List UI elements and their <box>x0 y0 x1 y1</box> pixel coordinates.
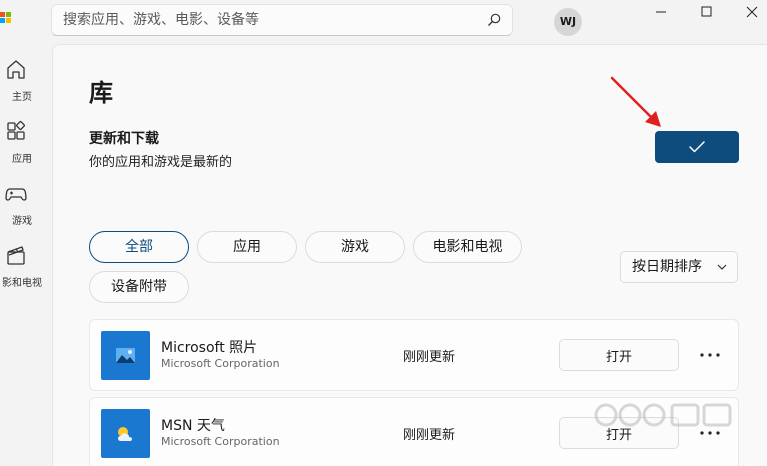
photos-icon <box>101 331 150 380</box>
more-options-icon[interactable] <box>694 341 726 369</box>
minimize-button[interactable] <box>638 0 684 24</box>
tab-apps[interactable]: 应用 <box>197 231 297 263</box>
nav-label-apps: 应用 <box>12 154 32 165</box>
nav-label-games: 游戏 <box>12 216 32 227</box>
red-arrow-annotation <box>610 76 661 127</box>
baidu-watermark-icon <box>594 403 732 427</box>
tab-device-bundled[interactable]: 设备附带 <box>89 271 189 303</box>
nav-label-home: 主页 <box>12 92 32 103</box>
nav-item-apps[interactable]: 应用 <box>0 118 44 174</box>
gamepad-icon <box>5 188 27 201</box>
sort-dropdown[interactable]: 按日期排序 <box>620 251 738 283</box>
app-update-status: 刚刚更新 <box>403 350 456 365</box>
page-title: 库 <box>89 79 113 107</box>
nav-item-movies-tv[interactable]: 影和电视 <box>0 242 44 298</box>
chevron-down-icon <box>717 264 727 270</box>
search-input[interactable] <box>52 5 472 35</box>
minimize-icon <box>656 11 666 13</box>
home-icon <box>7 60 25 79</box>
film-icon <box>7 246 25 265</box>
app-publisher: Microsoft Corporation <box>161 435 280 448</box>
sort-label: 按日期排序 <box>632 259 702 275</box>
store-logo-icon <box>0 12 12 26</box>
app-publisher: Microsoft Corporation <box>161 357 280 370</box>
nav-rail: 主页 应用 游戏 影和电视 <box>0 44 44 466</box>
nav-item-games[interactable]: 游戏 <box>0 180 44 236</box>
nav-item-home[interactable]: 主页 <box>0 56 44 112</box>
app-row[interactable]: Microsoft 照片 Microsoft Corporation 刚刚更新 … <box>89 319 739 391</box>
checkmark-icon <box>689 141 705 153</box>
apps-icon <box>7 121 25 140</box>
app-name: MSN 天气 <box>161 418 225 434</box>
nav-label-movies-tv: 影和电视 <box>2 278 42 289</box>
updates-status: 你的应用和游戏是最新的 <box>89 155 233 170</box>
title-bar: WJ <box>0 0 767 44</box>
close-button[interactable] <box>730 0 767 24</box>
maximize-icon <box>701 6 712 17</box>
avatar[interactable]: WJ <box>554 8 582 36</box>
tab-games[interactable]: 游戏 <box>305 231 405 263</box>
update-check-button[interactable] <box>655 131 739 163</box>
maximize-button[interactable] <box>684 0 730 24</box>
updates-title: 更新和下载 <box>89 131 159 147</box>
weather-icon <box>101 409 150 458</box>
tab-movies-tv[interactable]: 电影和电视 <box>413 231 522 263</box>
close-icon <box>746 6 758 18</box>
app-name: Microsoft 照片 <box>161 340 258 356</box>
search-box[interactable] <box>51 4 513 36</box>
tab-all[interactable]: 全部 <box>89 231 189 263</box>
app-update-status: 刚刚更新 <box>403 428 456 443</box>
open-button[interactable]: 打开 <box>559 339 679 371</box>
search-icon[interactable] <box>486 12 502 28</box>
